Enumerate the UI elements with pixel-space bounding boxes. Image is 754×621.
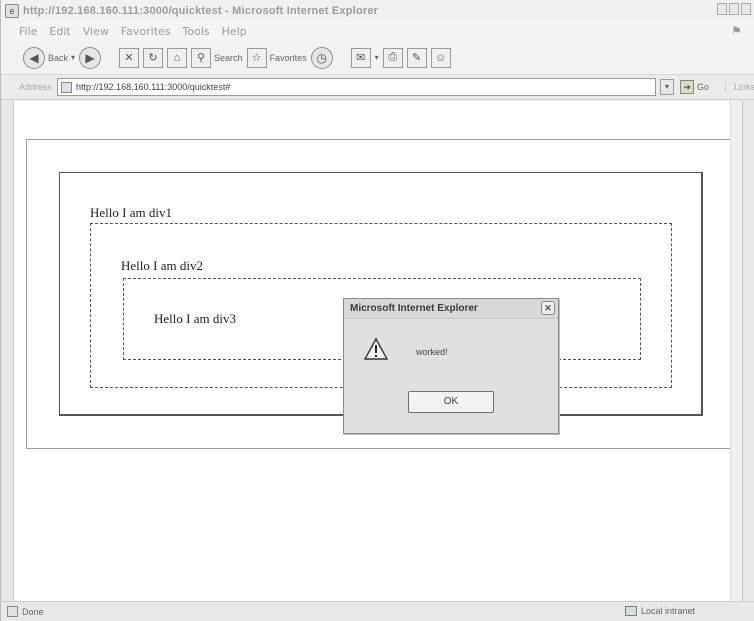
menu-bar: File Edit View Favorites Tools Help ⚑ xyxy=(1,21,754,41)
title-bar: e http://192.168.160.111:3000/quicktest … xyxy=(1,0,754,21)
dialog-close-button[interactable]: ✕ xyxy=(541,301,555,315)
intranet-icon xyxy=(624,606,637,616)
standard-toolbar: ◀ Back ▾ ▶ ✕ ↻ ⌂ ⚲ Search ☆ Favorites ◷ … xyxy=(1,41,754,74)
back-button[interactable]: ◀ Back ▾ xyxy=(23,46,75,70)
forward-arrow-icon: ▶ xyxy=(79,46,102,69)
ok-button[interactable]: OK xyxy=(408,391,494,413)
warning-icon xyxy=(364,337,388,360)
menu-file[interactable]: File xyxy=(19,25,37,38)
status-page-icon xyxy=(7,606,18,617)
menu-view[interactable]: View xyxy=(83,25,109,38)
go-button[interactable]: ➜ Go xyxy=(679,80,709,94)
refresh-icon[interactable]: ↻ xyxy=(143,47,164,68)
favorites-button[interactable]: ☆ Favorites xyxy=(246,46,307,70)
dialog-title-bar: Microsoft Internet Explorer ✕ xyxy=(344,299,558,319)
favorites-label: Favorites xyxy=(269,52,307,63)
search-button[interactable]: ⚲ Search xyxy=(191,46,243,70)
address-bar: Address http://192.168.160.111:3000/quic… xyxy=(1,74,754,100)
div3-label: Hello I am div3 xyxy=(154,311,236,326)
dialog-title: Microsoft Internet Explorer xyxy=(350,303,478,314)
mail-icon[interactable]: ✉ xyxy=(350,47,371,68)
edit-icon[interactable]: ✎ xyxy=(406,47,427,68)
forward-button[interactable]: ▶ xyxy=(79,46,102,70)
menu-favorites[interactable]: Favorites xyxy=(121,25,171,38)
zone-label: Local intranet xyxy=(640,606,695,616)
status-bar: Done Local intranet xyxy=(1,601,754,621)
dialog-message: worked! xyxy=(416,347,448,357)
stop-icon[interactable]: ✕ xyxy=(119,47,140,68)
minimize-button[interactable] xyxy=(717,3,727,15)
page-icon xyxy=(61,81,73,93)
div1-label: Hello I am div1 xyxy=(90,205,172,220)
close-button[interactable] xyxy=(741,3,751,15)
go-arrow-icon: ➜ xyxy=(679,80,694,94)
history-icon[interactable]: ◷ xyxy=(310,46,333,69)
div2-label: Hello I am div2 xyxy=(121,258,203,273)
menu-help[interactable]: Help xyxy=(222,25,247,38)
back-arrow-icon: ◀ xyxy=(23,46,45,69)
maximize-button[interactable] xyxy=(729,3,739,15)
menu-edit[interactable]: Edit xyxy=(49,25,70,38)
home-icon[interactable]: ⌂ xyxy=(167,47,188,68)
security-zone: Local intranet xyxy=(624,606,695,616)
back-dropdown-icon[interactable]: ▾ xyxy=(71,53,75,62)
window-controls xyxy=(717,3,751,15)
browser-window: e http://192.168.160.111:3000/quicktest … xyxy=(0,0,754,621)
mail-dropdown-icon[interactable]: ▾ xyxy=(375,53,379,62)
print-icon[interactable]: ⎙ xyxy=(382,47,403,68)
status-text: Done xyxy=(22,606,44,617)
messenger-icon[interactable]: ☺ xyxy=(430,47,451,68)
address-dropdown-button[interactable]: ▾ xyxy=(659,79,674,95)
back-label: Back xyxy=(48,52,69,63)
search-label: Search xyxy=(214,52,243,63)
menu-tools[interactable]: Tools xyxy=(183,25,210,38)
alert-dialog: Microsoft Internet Explorer ✕ worked! OK xyxy=(343,298,559,434)
links-button[interactable]: Links xyxy=(724,82,754,92)
address-input[interactable]: http://192.168.160.111:3000/quicktest# xyxy=(57,78,656,96)
go-label: Go xyxy=(696,82,709,92)
ie-icon: e xyxy=(5,3,19,18)
window-title: http://192.168.160.111:3000/quicktest - … xyxy=(23,4,379,17)
address-url: http://192.168.160.111:3000/quicktest# xyxy=(76,82,231,92)
windows-flag-icon: ⚑ xyxy=(731,24,742,38)
address-label: Address xyxy=(19,82,53,92)
search-icon: ⚲ xyxy=(191,47,212,68)
vertical-scrollbar[interactable] xyxy=(730,101,742,601)
favorites-star-icon: ☆ xyxy=(246,47,267,68)
